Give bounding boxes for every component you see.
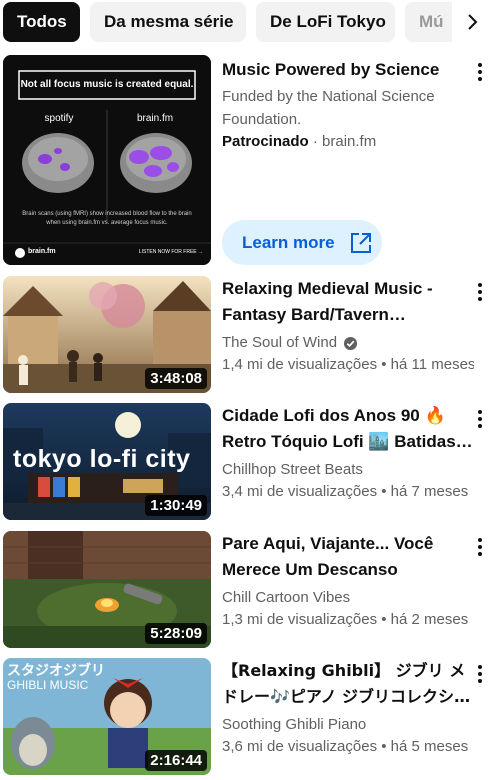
ad-thumb-cta: LISTEN NOW FOR FREE → — [138, 249, 203, 255]
channel-name[interactable]: Chill Cartoon Vibes — [222, 587, 350, 609]
video-more-menu-button[interactable] — [470, 533, 490, 561]
channel-line: The Soul of Wind — [222, 332, 474, 354]
ad-thumb-left-label: spotify — [44, 113, 74, 124]
video-thumbnail[interactable]: 5:28:09 — [3, 531, 211, 648]
filter-chip-bar: Todos Da mesma série De LoFi Tokyo Mú — [0, 0, 492, 46]
video-stats: 3,4 mi de visualizações • há 7 meses — [222, 483, 469, 500]
channel-line: Chill Cartoon Vibes — [222, 587, 474, 609]
ad-thumbnail[interactable]: Not all focus music is created equal. sp… — [3, 55, 211, 265]
video-more-menu-button[interactable] — [470, 660, 490, 688]
video-duration: 2:16:44 — [145, 750, 207, 771]
video-item[interactable]: 3:48:08 Relaxing Medieval Music - Fantas… — [0, 276, 492, 396]
chevron-right-icon — [468, 14, 478, 30]
video-thumbnail[interactable]: スタジオジブリ GHIBLI MUSIC 2:16:44 — [3, 658, 211, 775]
channel-name[interactable]: The Soul of Wind — [222, 332, 337, 354]
ad-thumb-right-label: brain.fm — [136, 113, 174, 124]
ad-thumb-banner: Not all focus music is created equal. — [20, 79, 194, 90]
ad-info: Music Powered by Science Funded by the N… — [222, 57, 474, 153]
video-title[interactable]: Relaxing Medieval Music - Fantasy Bard/T… — [222, 276, 474, 328]
thumb-overlay-subtext: GHIBLI MUSIC — [7, 678, 89, 692]
video-stats: 1,3 mi de visualizações • há 2 meses — [222, 611, 469, 628]
chip-lofi-tokyo[interactable]: De LoFi Tokyo — [256, 2, 395, 42]
channel-name[interactable]: Chillhop Street Beats — [222, 459, 363, 481]
video-duration: 3:48:08 — [145, 368, 207, 389]
ad-more-menu-button[interactable] — [470, 58, 490, 86]
video-stats: 3,6 mi de visualizações • há 5 meses — [222, 738, 469, 755]
ad-thumb-logo: brain.fm — [28, 248, 56, 255]
ad-sponsor-line: Patrocinado · brain.fm — [222, 131, 474, 153]
video-info: 【Relaxing Ghibli】 ジブリ メドレー🎶ピアノ ジブリコレクション… — [222, 658, 474, 758]
chips-next-button[interactable] — [452, 2, 492, 42]
external-link-icon — [350, 232, 371, 253]
chip-same-series[interactable]: Da mesma série — [90, 2, 246, 42]
ad-thumb-caption-line-2: when using brain.fm vs. average focus mu… — [46, 220, 168, 226]
video-title[interactable]: Pare Aqui, Viajante... Você Merece Um De… — [222, 531, 474, 583]
video-thumbnail[interactable]: 3:48:08 — [3, 276, 211, 393]
channel-line: Chillhop Street Beats — [222, 459, 474, 481]
ad-thumb-caption: Brain scans (using fMRI) show increased … — [13, 210, 201, 228]
video-item[interactable]: スタジオジブリ GHIBLI MUSIC 2:16:44 【Relaxing G… — [0, 658, 492, 778]
video-info: Cidade Lofi dos Anos 90 🔥 Retro Tóquio L… — [222, 403, 474, 503]
video-info: Relaxing Medieval Music - Fantasy Bard/T… — [222, 276, 474, 376]
video-more-menu-button[interactable] — [470, 278, 490, 306]
video-item[interactable]: 5:28:09 Pare Aqui, Viajante... Você Mere… — [0, 531, 492, 651]
chip-todos[interactable]: Todos — [3, 2, 80, 42]
video-stats: 1,4 mi de visualizações • há 11 meses — [222, 356, 474, 373]
ad-domain: · brain.fm — [312, 133, 377, 150]
thumb-overlay-text: スタジオジブリ — [7, 663, 105, 679]
ad-item[interactable]: Not all focus music is created equal. sp… — [0, 55, 492, 270]
video-duration: 5:28:09 — [145, 623, 207, 644]
ad-title[interactable]: Music Powered by Science — [222, 57, 474, 83]
channel-line: Soothing Ghibli Piano — [222, 714, 474, 736]
video-thumbnail[interactable]: tokyo lo-fi city 1:30:49 — [3, 403, 211, 520]
ad-thumb-caption-line-1: Brain scans (using fMRI) show increased … — [22, 211, 192, 217]
learn-more-label: Learn more — [242, 232, 335, 252]
video-more-menu-button[interactable] — [470, 405, 490, 433]
video-duration: 1:30:49 — [145, 495, 207, 516]
video-item[interactable]: tokyo lo-fi city 1:30:49 Cidade Lofi dos… — [0, 403, 492, 523]
video-title[interactable]: 【Relaxing Ghibli】 ジブリ メドレー🎶ピアノ ジブリコレクション — [222, 658, 474, 710]
learn-more-button[interactable]: Learn more — [222, 220, 382, 265]
ad-description: Funded by the National Science Foundatio… — [222, 88, 435, 128]
verified-badge-icon — [344, 336, 358, 350]
video-title[interactable]: Cidade Lofi dos Anos 90 🔥 Retro Tóquio L… — [222, 403, 474, 455]
video-info: Pare Aqui, Viajante... Você Merece Um De… — [222, 531, 474, 631]
thumb-overlay-text: tokyo lo-fi city — [13, 445, 191, 473]
channel-name[interactable]: Soothing Ghibli Piano — [222, 714, 366, 736]
sponsored-label: Patrocinado — [222, 133, 309, 150]
